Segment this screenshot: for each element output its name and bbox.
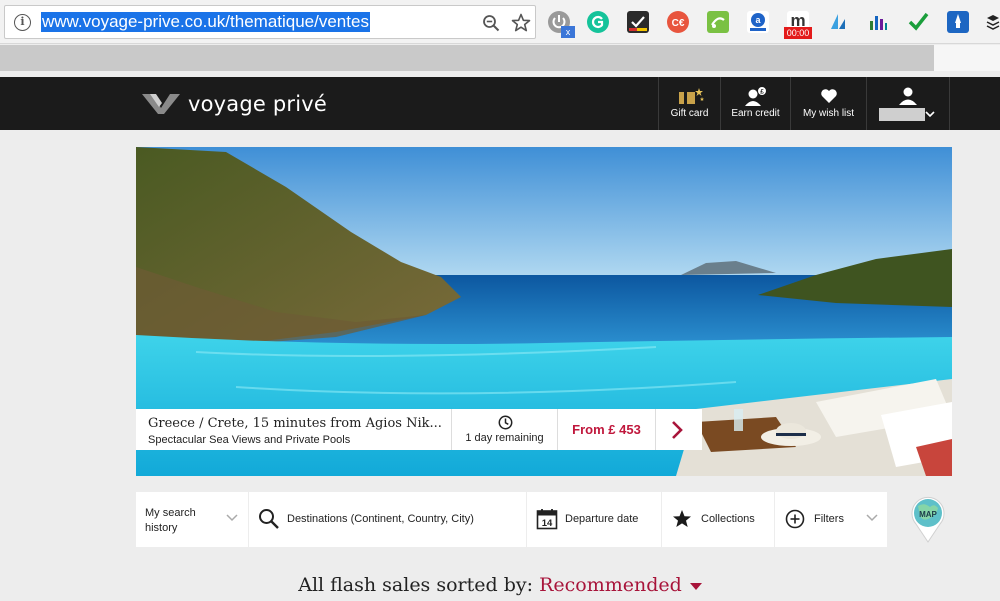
collections-label: Collections	[701, 513, 755, 525]
nav-label: Gift card	[670, 108, 709, 119]
nav-label: Earn credit	[731, 108, 780, 119]
offer-time-remaining: 1 day remaining	[452, 409, 558, 450]
chevron-right-icon	[672, 421, 683, 439]
user-icon	[899, 87, 917, 105]
calendar-day: 14	[542, 518, 553, 529]
nav-label: My wish list	[802, 108, 855, 119]
collections-dropdown[interactable]: Collections	[662, 492, 774, 547]
nav-gift-card[interactable]: Gift card	[658, 77, 720, 130]
time-remaining-label: 1 day remaining	[465, 432, 544, 444]
sail-icon[interactable]	[827, 11, 849, 33]
chevron-down-icon[interactable]	[925, 111, 935, 118]
map-label: MAP	[919, 510, 937, 519]
amazon-icon[interactable]: a	[747, 11, 769, 33]
svg-text:£: £	[760, 89, 764, 96]
map-button[interactable]: MAP	[908, 494, 948, 544]
strip-end	[934, 45, 1000, 71]
filters-label: Filters	[814, 513, 844, 525]
filters-dropdown[interactable]: Filters	[775, 492, 887, 547]
nav-account[interactable]	[866, 77, 950, 130]
map-pin-icon: MAP	[911, 496, 945, 543]
departure-date-label: Departure date	[565, 513, 639, 525]
site-header: voyage privé Gift card £ Earn credit My …	[0, 77, 1000, 130]
offer-price[interactable]: From £ 453	[558, 409, 656, 450]
timer-badge: 00:00	[784, 27, 812, 39]
earn-credit-icon: £	[744, 86, 767, 106]
bars-icon[interactable]	[867, 11, 889, 33]
address-bar[interactable]: i www.voyage-prive.co.uk/thematique/vent…	[4, 5, 536, 39]
svg-text:C€: C€	[672, 18, 685, 29]
account-name-box	[879, 108, 925, 121]
sort-control: All flash sales sorted by: Recommended	[0, 574, 1000, 596]
site-logo[interactable]: voyage privé	[140, 90, 327, 118]
search-icon	[259, 509, 279, 529]
nav-wish-list[interactable]: My wish list	[790, 77, 866, 130]
search-history-dropdown[interactable]: My search history	[136, 492, 248, 547]
star-icon	[673, 510, 691, 527]
offer-subtitle: Spectacular Sea Views and Private Pools	[148, 434, 351, 446]
gift-card-icon	[678, 88, 704, 104]
url-text[interactable]: www.voyage-prive.co.uk/thematique/ventes	[41, 12, 370, 32]
calendar-icon: 14	[536, 509, 558, 530]
checklist-icon[interactable]	[627, 11, 649, 33]
caret-down-icon	[689, 582, 702, 590]
zoom-out-icon[interactable]	[482, 14, 500, 32]
logo-text: voyage privé	[188, 92, 328, 116]
destinations-label: Destinations (Continent, Country, City)	[287, 513, 474, 525]
chevron-down-icon	[226, 514, 238, 522]
offer-info[interactable]: Greece / Crete, 15 minutes from Agios Ni…	[136, 409, 452, 450]
extension-badge: x	[561, 26, 575, 38]
checkmark-icon[interactable]	[907, 11, 929, 33]
chevron-down-icon	[866, 514, 878, 522]
logo-mark-icon	[142, 94, 180, 114]
info-icon[interactable]: i	[14, 14, 31, 31]
notification-strip	[0, 45, 934, 71]
search-history-label: My search history	[145, 507, 196, 534]
sparkle-icon[interactable]	[707, 11, 729, 33]
offer-title: Greece / Crete, 15 minutes from Agios Ni…	[148, 416, 442, 431]
departure-date-picker[interactable]: 14 Departure date	[527, 492, 661, 547]
sort-value: Recommended	[539, 574, 682, 596]
sort-prefix: All flash sales sorted by:	[298, 574, 534, 596]
rocket-icon[interactable]	[947, 11, 969, 33]
heart-icon	[820, 89, 837, 103]
layers-icon[interactable]	[986, 11, 1000, 33]
sort-dropdown[interactable]: Recommended	[539, 574, 702, 596]
offer-next-button[interactable]	[656, 409, 702, 450]
plus-circle-icon	[785, 509, 805, 529]
hero-banner[interactable]: Greece / Crete, 15 minutes from Agios Ni…	[136, 147, 952, 476]
coupon-icon[interactable]: C€	[667, 11, 689, 33]
nav-earn-credit[interactable]: £ Earn credit	[720, 77, 790, 130]
offer-card[interactable]: Greece / Crete, 15 minutes from Agios Ni…	[136, 409, 702, 450]
grammarly-icon[interactable]	[587, 11, 609, 33]
browser-toolbar: i www.voyage-prive.co.uk/thematique/vent…	[0, 0, 1000, 44]
destinations-search[interactable]: Destinations (Continent, Country, City)	[249, 492, 526, 547]
clock-icon	[498, 415, 513, 430]
bookmark-star-icon[interactable]	[511, 13, 531, 33]
